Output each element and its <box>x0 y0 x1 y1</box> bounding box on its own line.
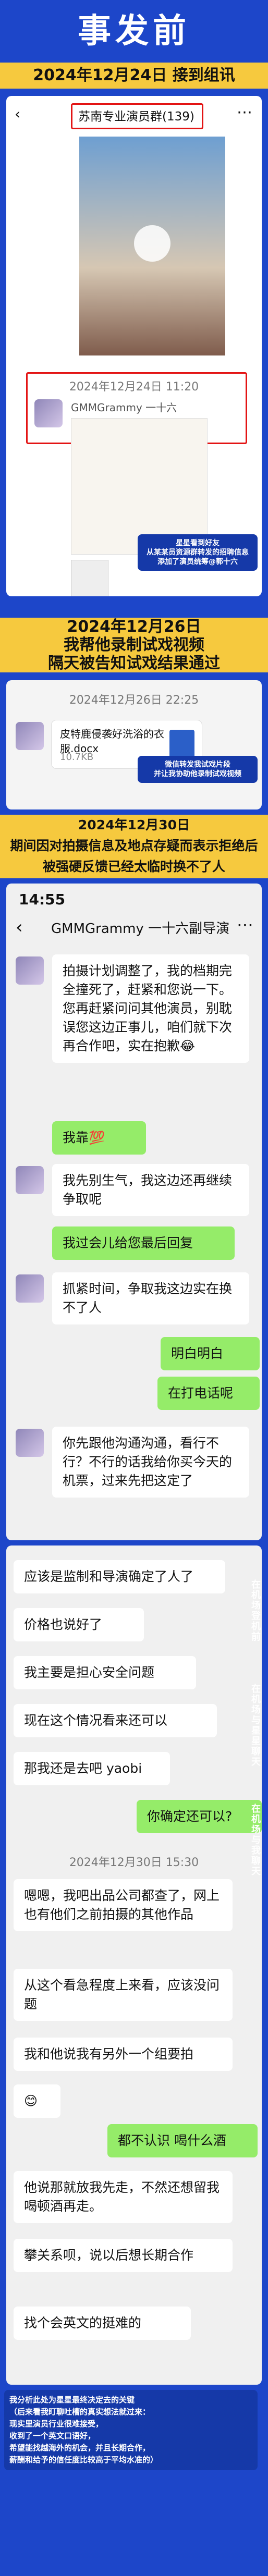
chat-avatar-2 <box>16 1166 44 1194</box>
file-timestamp: 2024年12月26日 22:25 <box>69 694 199 707</box>
side-label-3: 在机场与我聊天 <box>250 1804 261 1876</box>
chat-screenshot-1: 14:55 ‹ GMMGrammy 一十六副导演 ⋯ 拍摄计划调整了，我的档期完… <box>6 884 262 1540</box>
message-bubble-8: 你先跟他沟通沟通，看行不行？不行的话我给你买今天的机票，过来先把这定了 <box>52 1427 249 1498</box>
sender-avatar <box>34 399 63 427</box>
message-bubble-22: 找个会英文的挺难的 <box>14 2307 191 2340</box>
message-bubble-6: 明白明白 <box>161 1337 260 1370</box>
analysis-note: 我分析此处为星星最终决定去的关键 （后来看我盯聊吐槽的真实想法就过来： 现实里演… <box>4 2390 258 2470</box>
message-bubble-4: 我过会儿给您最后回复 <box>52 1226 235 1260</box>
back-arrow-icon[interactable]: ‹ <box>15 105 20 122</box>
message-bubble-21: 攀关系呗，说以后想长期合作 <box>14 2239 233 2272</box>
date-banner-1: 2024年12月24日 接到组讯 <box>0 63 268 89</box>
chat-avatar-4 <box>16 1429 44 1457</box>
message-bubble-13: 那我还是去吧 yaobi <box>14 1752 170 1785</box>
group-timestamp: 2024年12月24日 11:20 <box>69 381 199 394</box>
message-bubble-15: 嗯嗯，我吧出品公司都查了，网上也有他们之前拍摄的其他作品 <box>14 1879 233 1931</box>
message-bubble-5: 抓紧时间，争取我这边实在换不了人 <box>52 1272 249 1324</box>
message-bubble-12: 现在这个情况看来还可以 <box>14 1704 217 1737</box>
file-sender-avatar <box>16 722 44 750</box>
message-bubble-14: 你确定还可以? <box>137 1800 262 1833</box>
message-bubble-2: 我靠💯 <box>52 1121 146 1155</box>
message-bubble-9: 应该是监制和导演确定了人了 <box>14 1560 225 1593</box>
group-image <box>79 137 225 355</box>
file-size: 10.7KB <box>60 752 94 763</box>
group-name: 苏南专业演员群(139) <box>78 110 194 124</box>
play-icon[interactable] <box>134 225 170 262</box>
message-bubble-7: 在打电话呢 <box>157 1377 260 1410</box>
file-screenshot: 2024年12月26日 22:25 皮特鹿侵袭好洗浴的衣服.docx 10.7K… <box>6 680 262 809</box>
group-note: 星星看到好友 从某某员资源群转发的招聘信息 添加了演员统筹@郭十六 <box>138 534 258 571</box>
chat-avatar-3 <box>16 1274 44 1303</box>
chat-screenshot-2: 应该是监制和导演确定了人了 价格也说好了 我主要是担心安全问题 现在这个情况看来… <box>6 1545 262 2385</box>
file-note: 微信转发我试戏片段 并让我协助他录制试戏视频 <box>138 756 258 783</box>
more-menu-icon[interactable]: ⋯ <box>237 103 252 121</box>
message-bubble-3: 我先别生气，我这边还再继续争取呢 <box>52 1164 249 1216</box>
group-screenshot: ‹ 苏南专业演员群(139) ⋯ 2024年12月24日 11:20 GMMGr… <box>6 96 262 596</box>
status-time: 14:55 <box>19 891 66 908</box>
chat-more-icon[interactable]: ⋯ <box>237 915 253 935</box>
chat-title: GMMGrammy 一十六副导演 <box>51 921 230 937</box>
chat-timestamp: 2024年12月30日 15:30 <box>69 1856 199 1869</box>
sender-name: GMMGrammy 一十六 <box>71 401 177 414</box>
second-post-card[interactable] <box>71 560 108 596</box>
message-bubble-18: 😊 <box>14 2084 60 2118</box>
side-label-2: 在机场与星星聊天 <box>250 1684 261 1767</box>
message-bubble-16: 从这个看急程度上来看，应该没问题 <box>14 1969 233 2021</box>
message-bubble-17: 我和他说我有另外一个组要拍 <box>14 2038 233 2071</box>
message-bubble-11: 我主要是担心安全问题 <box>14 1656 196 1689</box>
chat-avatar-1 <box>16 956 44 985</box>
date-banner-2: 2024年12月26日 我帮他录制试戏视频 隔天被告知试戏结果通过 <box>0 618 268 672</box>
message-bubble-1: 拍摄计划调整了，我的档期完全撞死了，赶紧和您说一下。您再赶紧问问其他演员，别耽误… <box>52 954 249 1063</box>
date-banner-3: 2024年12月30日 期间因对拍摄信息及地点存疑而表示拒绝后 被强硬反馈已经太… <box>0 815 268 878</box>
message-bubble-10: 价格也说好了 <box>14 1608 144 1641</box>
page-title: 事发前 <box>78 12 190 51</box>
message-bubble-20: 他说那就放我先走，不然还想留我喝顿酒再走。 <box>14 2171 233 2223</box>
message-bubble-19: 都不认识 喝什么酒 <box>107 2124 258 2157</box>
back-arrow-icon-2[interactable]: ‹ <box>16 917 23 938</box>
side-label-1: 在机场登机前 <box>250 1579 261 1642</box>
